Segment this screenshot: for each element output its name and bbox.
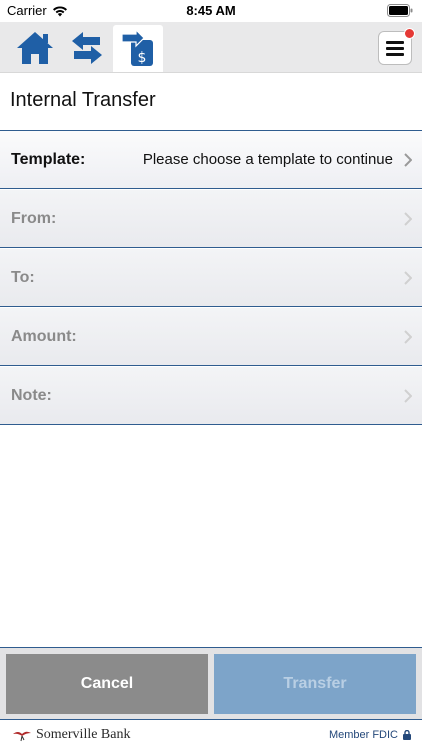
- notification-badge: [404, 28, 415, 39]
- hamburger-menu-icon: [386, 40, 404, 56]
- template-value: Please choose a template to continue: [142, 151, 393, 168]
- chevron-right-icon: [404, 329, 412, 344]
- note-label: Note:: [11, 386, 52, 404]
- nav-bar: $: [0, 22, 422, 73]
- fdic-label: Member FDIC: [328, 729, 398, 741]
- page-title: Internal Transfer: [10, 89, 156, 111]
- lock-icon: [403, 730, 411, 740]
- status-time: 8:45 AM: [186, 3, 236, 18]
- transfer-button[interactable]: Transfer: [214, 654, 416, 714]
- from-row[interactable]: From:: [0, 190, 422, 248]
- note-row[interactable]: Note:: [0, 367, 422, 425]
- home-icon: [17, 32, 53, 64]
- bank-logo-icon: [13, 731, 31, 742]
- status-bar: Carrier 8:45 AM: [0, 0, 422, 22]
- transfers-button[interactable]: [65, 26, 109, 70]
- bank-name: Somerville Bank: [36, 727, 131, 742]
- cancel-button[interactable]: Cancel: [6, 654, 208, 714]
- template-row[interactable]: Template: Please choose a template to co…: [0, 131, 422, 189]
- internal-transfer-tab[interactable]: $: [113, 25, 163, 72]
- amount-label: Amount:: [11, 327, 77, 345]
- to-row[interactable]: To:: [0, 249, 422, 307]
- action-bar: Cancel Transfer: [0, 647, 422, 720]
- chevron-right-icon: [404, 270, 412, 285]
- chevron-right-icon: [404, 388, 412, 403]
- svg-text:$: $: [138, 50, 147, 66]
- chevron-right-icon: [404, 211, 412, 226]
- amount-row[interactable]: Amount:: [0, 308, 422, 366]
- footer: Somerville Bank Member FDIC: [0, 719, 422, 751]
- bank-brand: Somerville Bank: [12, 727, 131, 743]
- home-button[interactable]: [13, 26, 57, 70]
- from-label: From:: [11, 209, 57, 227]
- internal-transfer-icon: $: [121, 29, 153, 66]
- menu-button[interactable]: [378, 28, 415, 65]
- battery-icon: [387, 4, 413, 17]
- transfer-arrows-icon: [72, 32, 102, 64]
- chevron-right-icon: [404, 152, 412, 167]
- template-label: Template:: [11, 150, 86, 168]
- fdic-notice: Member FDIC: [329, 729, 411, 741]
- to-label: To:: [11, 268, 35, 286]
